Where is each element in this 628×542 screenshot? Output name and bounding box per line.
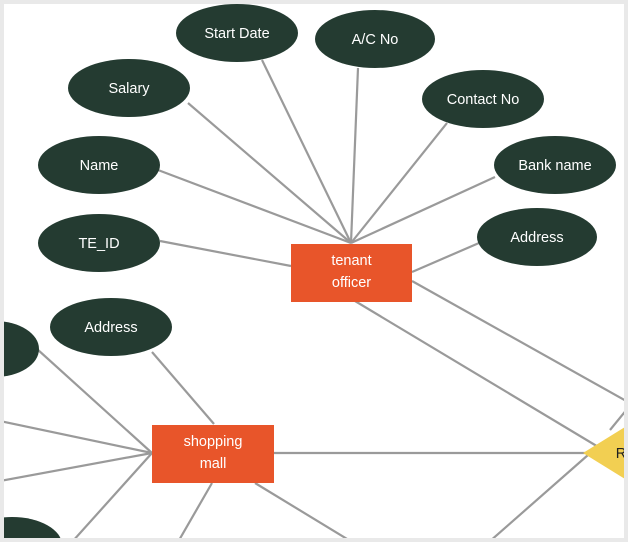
entity-label-line1: tenant <box>331 253 371 269</box>
attribute-node-clipped-attr-left-mid[interactable] <box>4 321 39 377</box>
entity-label-line2: mall <box>200 456 227 472</box>
attribute-label: TE_ID <box>78 236 119 252</box>
edge-line <box>254 482 348 538</box>
edge-line <box>349 67 360 244</box>
edge-line <box>187 102 352 244</box>
attribute-node-ac-no[interactable]: A/C No <box>315 10 435 68</box>
entity-node-tenant-officer[interactable]: tenant officer <box>291 244 412 302</box>
edge-line <box>350 122 448 244</box>
edge-line <box>491 454 589 538</box>
edge-line <box>4 420 153 455</box>
edge-line <box>354 300 601 449</box>
entity-label-line1: shopping <box>184 434 243 450</box>
attribute-label: Start Date <box>204 26 269 42</box>
attribute-label: Salary <box>108 81 150 97</box>
edge-line <box>350 176 496 244</box>
relationship-node-rent[interactable]: Re <box>583 427 624 479</box>
attribute-node-clipped-attr-bottom-left[interactable] <box>4 517 62 538</box>
attribute-label: Address <box>510 230 563 246</box>
attribute-label: Bank name <box>518 158 591 174</box>
attribute-node-contact-no[interactable]: Contact No <box>422 70 544 128</box>
attribute-node-address-right[interactable]: Address <box>477 208 597 266</box>
entity-node-shopping-mall[interactable]: shopping mall <box>152 425 274 483</box>
edge-line <box>151 351 215 425</box>
attribute-node-start-date[interactable]: Start Date <box>176 4 298 62</box>
attribute-label: Address <box>84 320 137 336</box>
attribute-node-bank-name[interactable]: Bank name <box>494 136 616 194</box>
attribute-label: Contact No <box>447 92 520 108</box>
edge-line <box>609 411 624 431</box>
diagram-canvas: Start Date A/C No Salary Contact No Name Bank… <box>0 0 628 542</box>
edge-line <box>159 239 292 268</box>
relationship-label: Re <box>616 446 624 462</box>
edge-line <box>157 168 352 245</box>
entity-label-line2: officer <box>332 275 371 291</box>
edge-line <box>36 348 153 454</box>
attribute-node-te-id[interactable]: TE_ID <box>38 214 160 272</box>
attribute-ellipse[interactable] <box>4 517 62 538</box>
edge-line <box>411 280 624 402</box>
edge-line <box>411 241 480 274</box>
attribute-label: Name <box>80 158 119 174</box>
er-diagram-svg[interactable]: Start Date A/C No Salary Contact No Name Bank… <box>4 4 624 538</box>
edge-line <box>179 482 213 538</box>
attribute-label: A/C No <box>352 32 399 48</box>
diagram-surface[interactable]: Start Date A/C No Salary Contact No Name Bank… <box>4 4 624 538</box>
attribute-node-salary[interactable]: Salary <box>68 59 190 117</box>
attribute-node-address-left[interactable]: Address <box>50 298 172 356</box>
nodes-layer: Start Date A/C No Salary Contact No Name Bank… <box>4 4 624 538</box>
attribute-ellipse[interactable] <box>4 321 39 377</box>
attribute-node-name[interactable]: Name <box>38 136 160 194</box>
